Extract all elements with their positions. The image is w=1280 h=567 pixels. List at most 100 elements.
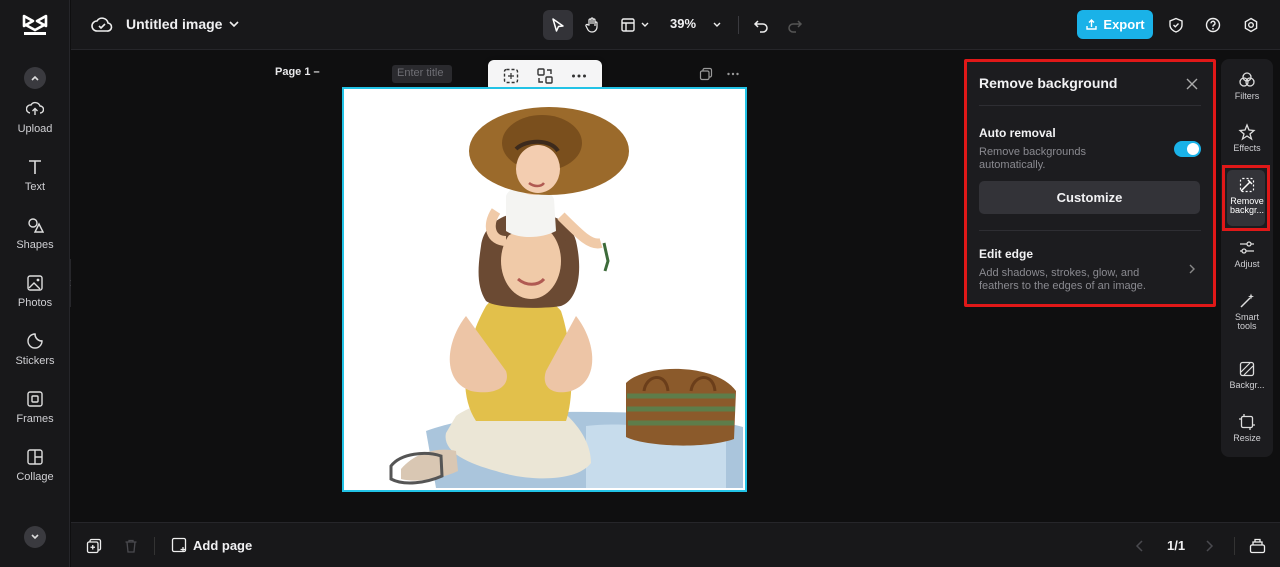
background-icon xyxy=(1239,361,1255,377)
prev-page-icon[interactable] xyxy=(1134,539,1146,553)
layout-icon xyxy=(621,18,635,32)
cloud-save-icon[interactable] xyxy=(91,15,113,35)
sidebar-item-label: Frames xyxy=(16,413,54,425)
app-window: Upload Text Shapes Photos Stickers Frame… xyxy=(0,0,1280,567)
chevron-down-icon[interactable] xyxy=(228,18,240,30)
shield-button[interactable] xyxy=(1164,10,1188,40)
add-duplicate-icon[interactable] xyxy=(86,538,102,554)
document-title[interactable]: Untitled image xyxy=(126,16,222,32)
collage-icon xyxy=(27,449,43,465)
text-icon xyxy=(29,160,41,174)
collapse-up-button[interactable] xyxy=(24,67,46,89)
sidebar-item-text[interactable]: Text xyxy=(0,158,70,208)
select-area-icon[interactable] xyxy=(502,67,520,85)
hand-tool-button[interactable] xyxy=(577,10,607,40)
page-title-input[interactable]: Enter title xyxy=(392,65,452,83)
cursor-icon xyxy=(552,18,564,32)
hand-icon xyxy=(585,17,598,33)
bottom-divider xyxy=(1234,537,1235,555)
chevron-down-icon xyxy=(31,534,39,540)
zoom-dropdown-button[interactable] xyxy=(707,10,727,40)
remove-background-panel: Remove background Auto removal Remove ba… xyxy=(964,59,1216,307)
sidebar-item-label: Photos xyxy=(17,297,53,309)
export-icon xyxy=(1086,19,1098,30)
sidebar-item-photos[interactable]: Photos xyxy=(0,274,70,324)
customize-button[interactable]: Customize xyxy=(979,181,1200,214)
sidebar-item-upload[interactable]: Upload xyxy=(0,100,70,150)
zoom-level[interactable]: 39% xyxy=(670,16,696,31)
rightrail-item-label: Adjust xyxy=(1234,259,1260,269)
replace-icon[interactable] xyxy=(536,67,554,85)
page-counter: 1/1 xyxy=(1167,538,1186,553)
effects-icon xyxy=(1238,123,1256,141)
rightrail-item-label: Resize xyxy=(1233,433,1261,443)
settings-button[interactable] xyxy=(1239,10,1263,40)
canvas-page[interactable] xyxy=(342,87,747,492)
photos-icon xyxy=(27,275,43,291)
rightrail-item-resize[interactable]: Resize xyxy=(1221,413,1273,443)
trash-icon[interactable] xyxy=(123,538,139,554)
undo-icon xyxy=(753,20,768,33)
panel-divider xyxy=(979,105,1201,106)
add-page-label: Add page xyxy=(193,537,253,553)
rightrail-item-smart-tools[interactable]: Smart tools xyxy=(1221,292,1273,331)
rightrail-item-remove-background[interactable]: Remove backgr... xyxy=(1221,176,1273,215)
rightrail-item-filters[interactable]: Filters xyxy=(1221,71,1273,101)
shield-check-icon xyxy=(1169,17,1183,33)
edit-edge-title[interactable]: Edit edge xyxy=(979,247,1033,261)
resize-icon xyxy=(1239,414,1255,430)
panel-title: Remove background xyxy=(979,75,1118,91)
chevron-right-icon[interactable] xyxy=(1186,263,1198,275)
toolbar-divider xyxy=(738,16,739,34)
more-options-icon[interactable] xyxy=(570,67,588,85)
rightrail-item-label: Remove backgr... xyxy=(1229,196,1265,215)
auto-removal-description: Remove backgrounds automatically. xyxy=(979,146,1087,171)
rightrail-item-background[interactable]: Backgr... xyxy=(1221,360,1273,390)
auto-removal-title: Auto removal xyxy=(979,126,1056,140)
sidebar-item-label: Text xyxy=(24,181,46,193)
rightrail-item-label: Backgr... xyxy=(1229,380,1265,390)
sidebar-item-collage[interactable]: Collage xyxy=(0,448,70,498)
rightrail-item-label: Smart tools xyxy=(1234,312,1259,331)
duplicate-page-icon[interactable] xyxy=(699,67,713,81)
page-more-icon[interactable] xyxy=(726,67,740,81)
bottom-divider xyxy=(154,537,155,555)
undo-button[interactable] xyxy=(749,10,773,40)
frames-icon xyxy=(27,391,43,407)
sidebar-item-frames[interactable]: Frames xyxy=(0,390,70,440)
chevron-down-icon xyxy=(713,22,721,27)
sidebar-item-label: Stickers xyxy=(15,355,55,367)
chevron-up-icon xyxy=(31,75,39,81)
upload-icon xyxy=(26,101,44,115)
rightrail-item-label: Effects xyxy=(1233,143,1261,153)
filters-icon xyxy=(1239,72,1255,87)
select-tool-button[interactable] xyxy=(543,10,573,40)
page-label: Page 1 – xyxy=(275,66,320,78)
layout-dropdown-button[interactable] xyxy=(615,10,655,40)
capcut-logo-icon[interactable] xyxy=(21,12,49,38)
auto-removal-toggle[interactable] xyxy=(1174,141,1201,157)
shapes-icon xyxy=(28,218,44,233)
sidebar-item-shapes[interactable]: Shapes xyxy=(0,216,70,266)
stickers-icon xyxy=(27,333,43,349)
remove-background-icon xyxy=(1239,177,1255,193)
photo-illustration xyxy=(389,107,743,488)
redo-icon xyxy=(788,20,803,33)
sidebar-item-label: Collage xyxy=(16,471,54,483)
image-content[interactable] xyxy=(346,91,743,488)
chevron-down-icon xyxy=(641,22,649,27)
rightrail-item-adjust[interactable]: Adjust xyxy=(1221,239,1273,269)
add-page-button[interactable]: Add page xyxy=(171,537,252,553)
close-icon[interactable] xyxy=(1185,77,1199,91)
sidebar-item-label: Shapes xyxy=(16,239,54,251)
collapse-down-button[interactable] xyxy=(24,526,46,548)
sidebar-item-stickers[interactable]: Stickers xyxy=(0,332,70,382)
redo-button[interactable] xyxy=(783,10,807,40)
next-page-icon[interactable] xyxy=(1203,539,1215,553)
export-button[interactable]: Export xyxy=(1077,10,1153,39)
page-manager-icon[interactable] xyxy=(1249,538,1266,554)
rightrail-item-effects[interactable]: Effects xyxy=(1221,123,1273,153)
help-icon xyxy=(1205,17,1221,33)
help-button[interactable] xyxy=(1201,10,1225,40)
sidebar-item-label: Upload xyxy=(17,123,53,135)
